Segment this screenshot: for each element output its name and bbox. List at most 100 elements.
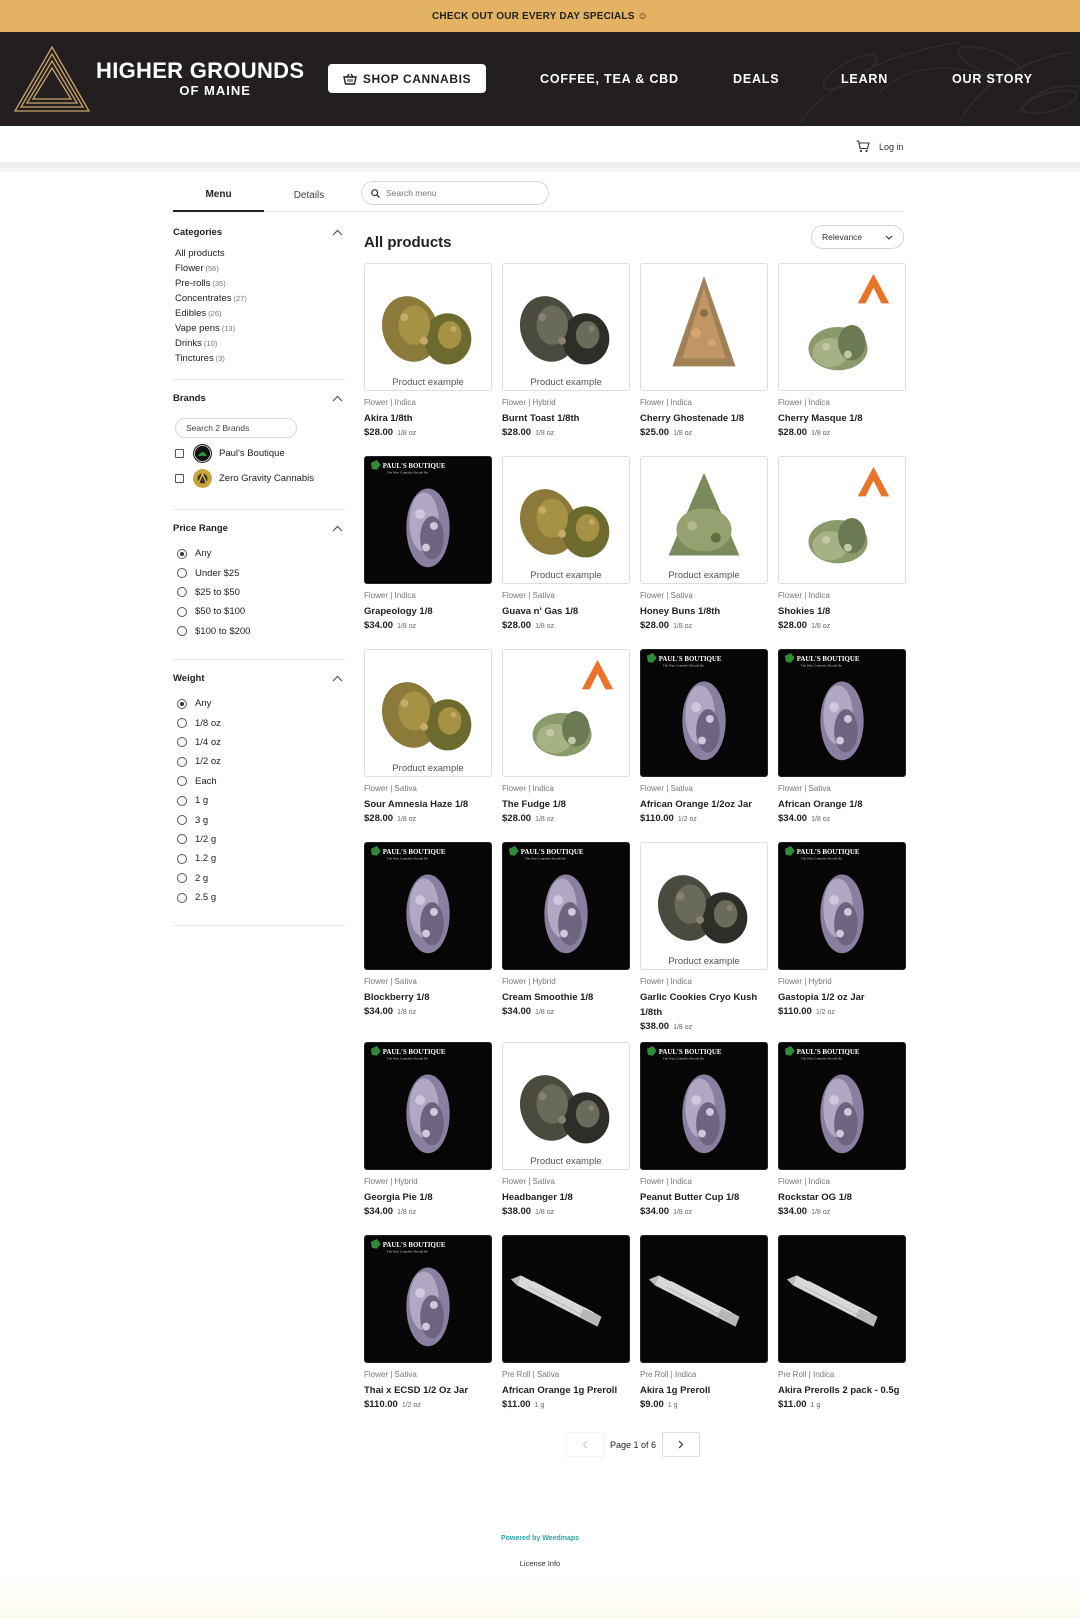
price-option[interactable]: $100 to $200 — [173, 622, 345, 641]
categories-header[interactable]: Categories — [173, 222, 345, 242]
category-item[interactable]: Flower (56) — [175, 261, 345, 276]
radio-button[interactable] — [177, 815, 187, 826]
product-name[interactable]: Cherry Ghostenade 1/8 — [640, 411, 768, 426]
product-name[interactable]: Garlic Cookies Cryo Kush 1/8th — [640, 990, 768, 1020]
radio-button[interactable] — [177, 834, 187, 845]
category-item[interactable]: Drinks (10) — [175, 336, 345, 351]
radio-button[interactable] — [177, 698, 187, 709]
radio-button[interactable] — [177, 568, 187, 579]
product-card[interactable]: PAUL'S BOUTIQUE The Way Cannabis Should B… — [640, 1042, 768, 1217]
product-card[interactable]: PAUL'S BOUTIQUE The Way Cannabis Should B… — [640, 649, 768, 824]
product-card[interactable]: PAUL'S BOUTIQUE The Way Cannabis Should B… — [778, 842, 906, 1017]
product-image[interactable]: PAUL'S BOUTIQUE The Way Cannabis Should B… — [364, 1235, 492, 1363]
product-name[interactable]: Guava n' Gas 1/8 — [502, 604, 630, 619]
product-image[interactable] — [640, 1235, 768, 1363]
product-name[interactable]: Grapeology 1/8 — [364, 604, 492, 619]
product-card[interactable]: Product example Flower | Hybrid Burnt Toas… — [502, 263, 630, 438]
product-name[interactable]: Shokies 1/8 — [778, 604, 906, 619]
product-name[interactable]: Thai x ECSD 1/2 Oz Jar — [364, 1383, 492, 1398]
product-name[interactable]: African Orange 1/2oz Jar — [640, 797, 768, 812]
product-name[interactable]: Georgia Pie 1/8 — [364, 1190, 492, 1205]
product-name[interactable]: The Fudge 1/8 — [502, 797, 630, 812]
product-card[interactable]: Product example Flower | Sativa Sour Amnes… — [364, 649, 492, 824]
price-option[interactable]: $50 to $100 — [173, 602, 345, 621]
tab-details[interactable]: Details — [264, 178, 354, 212]
search-input[interactable] — [386, 188, 536, 198]
logo[interactable]: HIGHER GROUNDS OF MAINE — [12, 44, 304, 114]
product-image[interactable] — [778, 1235, 906, 1363]
weight-option[interactable]: 1.2 g — [173, 849, 345, 868]
product-image[interactable] — [778, 456, 906, 584]
product-name[interactable]: Headbanger 1/8 — [502, 1190, 630, 1205]
product-image[interactable]: PAUL'S BOUTIQUE The Way Cannabis Should B… — [364, 842, 492, 970]
category-item[interactable]: Edibles (26) — [175, 306, 345, 321]
weight-option[interactable]: 1 g — [173, 791, 345, 810]
brand-checkbox[interactable] — [175, 449, 184, 458]
chevron-up-icon[interactable] — [332, 229, 343, 236]
category-item[interactable]: Concentrates (27) — [175, 291, 345, 306]
radio-button[interactable] — [177, 853, 187, 864]
weight-option[interactable]: 1/2 oz — [173, 752, 345, 771]
product-card[interactable]: Product example Flower | Sativa Headbanger… — [502, 1042, 630, 1217]
nav-deals[interactable]: DEALS — [733, 72, 779, 86]
product-image[interactable] — [502, 649, 630, 777]
weight-header[interactable]: Weight — [173, 668, 345, 688]
product-image[interactable]: Product example — [364, 649, 492, 777]
radio-button[interactable] — [177, 626, 187, 637]
prev-page-button[interactable] — [566, 1432, 604, 1457]
tab-menu[interactable]: Menu — [173, 178, 264, 212]
weight-option[interactable]: 1/8 oz — [173, 713, 345, 732]
price-option[interactable]: $25 to $50 — [173, 583, 345, 602]
category-item[interactable]: Pre-rolls (35) — [175, 276, 345, 291]
product-name[interactable]: African Orange 1g Preroll — [502, 1383, 630, 1398]
product-name[interactable]: Cherry Masque 1/8 — [778, 411, 906, 426]
brands-header[interactable]: Brands — [173, 388, 345, 408]
radio-button[interactable] — [177, 795, 187, 806]
product-card[interactable]: PAUL'S BOUTIQUE The Way Cannabis Should B… — [364, 1235, 492, 1410]
product-card[interactable]: PAUL'S BOUTIQUE The Way Cannabis Should B… — [778, 649, 906, 824]
product-image[interactable]: Product example — [502, 1042, 630, 1170]
product-card[interactable]: Product example Flower | Sativa Guava n' G… — [502, 456, 630, 631]
promo-text[interactable]: CHECK OUT OUR EVERY DAY SPECIALS ☺ — [432, 11, 648, 22]
product-image[interactable]: Product example — [502, 456, 630, 584]
chevron-up-icon[interactable] — [332, 675, 343, 682]
brand-item[interactable]: Zero Gravity Cannabis — [173, 466, 345, 491]
weight-option[interactable]: 3 g — [173, 810, 345, 829]
product-image[interactable]: Product example — [364, 263, 492, 391]
promo-banner[interactable]: CHECK OUT OUR EVERY DAY SPECIALS ☺ — [0, 0, 1080, 32]
product-image[interactable]: Product example — [502, 263, 630, 391]
product-card[interactable]: Product example Flower | Sativa Honey Buns… — [640, 456, 768, 631]
powered-by-link[interactable]: Powered by Weedmaps — [0, 1535, 1080, 1542]
brand-search-input[interactable]: Search 2 Brands — [175, 418, 297, 438]
product-image[interactable]: PAUL'S BOUTIQUE The Way Cannabis Should B… — [778, 649, 906, 777]
nav-our-story[interactable]: OUR STORY — [952, 72, 1033, 86]
product-card[interactable]: Product example Flower | Indica Garlic Coo… — [640, 842, 768, 1032]
nav-learn[interactable]: LEARN — [841, 72, 888, 86]
license-info-link[interactable]: License Info — [0, 1559, 1080, 1568]
product-card[interactable]: Flower | Indica Shokies 1/8 $28.00 1/8 oz — [778, 456, 906, 631]
product-image[interactable]: Product example — [640, 842, 768, 970]
weight-option[interactable]: 1/2 g — [173, 830, 345, 849]
product-card[interactable]: Flower | Indica The Fudge 1/8 $28.00 1/8 oz — [502, 649, 630, 824]
sort-dropdown[interactable]: Relevance — [811, 225, 904, 249]
nav-coffee-tea-cbd[interactable]: COFFEE, TEA & CBD — [540, 72, 679, 86]
radio-button[interactable] — [177, 737, 187, 748]
product-name[interactable]: African Orange 1/8 — [778, 797, 906, 812]
chevron-up-icon[interactable] — [332, 395, 343, 402]
product-image[interactable]: PAUL'S BOUTIQUE The Way Cannabis Should B… — [640, 1042, 768, 1170]
product-name[interactable]: Peanut Butter Cup 1/8 — [640, 1190, 768, 1205]
product-name[interactable]: Blockberry 1/8 — [364, 990, 492, 1005]
product-name[interactable]: Rockstar OG 1/8 — [778, 1190, 906, 1205]
price-option[interactable]: Under $25 — [173, 563, 345, 582]
product-name[interactable]: Akira Prerolls 2 pack - 0.5g — [778, 1383, 906, 1398]
weight-option[interactable]: 2 g — [173, 869, 345, 888]
login-link[interactable]: Log in — [879, 142, 904, 152]
product-image[interactable]: PAUL'S BOUTIQUE The Way Cannabis Should B… — [364, 1042, 492, 1170]
product-card[interactable]: Pre Roll | Sativa African Orange 1g Prero… — [502, 1235, 630, 1410]
weight-option[interactable]: Any — [173, 694, 345, 713]
product-name[interactable]: Burnt Toast 1/8th — [502, 411, 630, 426]
price-range-header[interactable]: Price Range — [173, 518, 345, 538]
product-image[interactable]: PAUL'S BOUTIQUE The Way Cannabis Should B… — [640, 649, 768, 777]
category-item[interactable]: Vape pens (13) — [175, 321, 345, 336]
product-name[interactable]: Akira 1g Preroll — [640, 1383, 768, 1398]
